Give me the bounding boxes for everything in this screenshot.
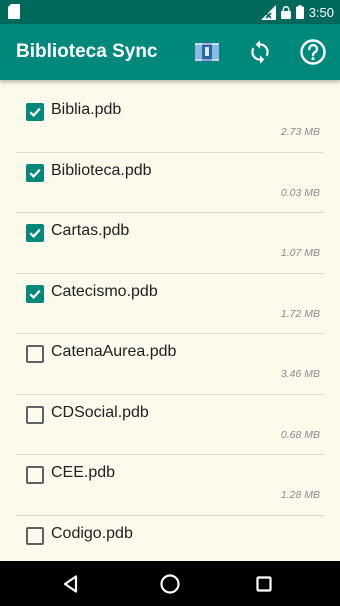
file-size: 2.73 MB	[280, 126, 320, 138]
help-button[interactable]	[297, 36, 329, 68]
file-name: CDSocial.pdb	[51, 403, 149, 421]
file-name: Cartas.pdb	[51, 222, 130, 239]
home-button[interactable]	[157, 571, 183, 597]
file-name: Biblia.pdb	[51, 101, 122, 118]
sd-card-icon	[8, 4, 20, 19]
file-name: Biblioteca.pdb	[51, 161, 152, 179]
app-bar: Biblioteca Sync	[0, 24, 340, 80]
signal-icon	[260, 4, 276, 20]
checkmark-icon	[29, 168, 41, 178]
file-row[interactable]: CatenaAurea.pdb 3.46 MB	[16, 334, 324, 395]
file-checkbox[interactable]	[26, 345, 44, 363]
file-size: 0.68 MB	[280, 428, 320, 441]
home-circle-icon	[160, 574, 180, 594]
checkmark-icon	[29, 228, 41, 238]
navigation-bar	[0, 561, 340, 606]
books-button[interactable]	[191, 36, 223, 68]
recent-apps-button[interactable]	[251, 571, 277, 597]
back-button[interactable]	[58, 571, 84, 597]
file-row[interactable]: CEE.pdb 1.28 MB	[16, 455, 324, 516]
file-name: Catecismo.pdb	[51, 282, 158, 300]
back-triangle-icon	[63, 575, 78, 593]
file-size: 1.07 MB	[280, 247, 320, 259]
file-size: 1.28 MB	[280, 489, 320, 501]
sync-button[interactable]	[244, 36, 276, 68]
file-size: 0.03 MB	[280, 186, 320, 199]
checkmark-icon	[29, 107, 41, 117]
checkmark-icon	[29, 289, 41, 299]
app-title: Biblioteca Sync	[16, 41, 158, 62]
file-checkbox[interactable]	[26, 466, 44, 484]
help-icon	[300, 39, 326, 65]
file-checkbox[interactable]	[26, 405, 44, 424]
file-checkbox[interactable]	[26, 284, 44, 303]
file-size: 1.72 MB	[280, 307, 320, 320]
file-row[interactable]: CDSocial.pdb 0.68 MB	[16, 395, 324, 455]
battery-icon	[295, 5, 304, 19]
books-icon	[195, 42, 219, 62]
file-checkbox[interactable]	[26, 224, 44, 242]
status-icons: 3:50	[260, 3, 334, 21]
file-checkbox[interactable]	[26, 103, 44, 121]
file-checkbox[interactable]	[26, 526, 44, 545]
file-row[interactable]: Biblioteca.pdb 0.03 MB	[16, 153, 324, 213]
file-name: Codigo.pdb	[51, 524, 133, 542]
sync-icon	[251, 40, 269, 64]
file-row[interactable]: Catecismo.pdb 1.72 MB	[16, 274, 324, 334]
file-name: CEE.pdb	[51, 464, 116, 481]
file-list: Biblia.pdb 2.73 MB Biblioteca.pdb 0.03 M…	[16, 92, 324, 576]
lock-icon	[280, 5, 291, 19]
file-checkbox[interactable]	[26, 163, 44, 182]
recent-square-icon	[256, 576, 272, 592]
file-size: 3.46 MB	[280, 368, 320, 380]
status-time: 3:50	[308, 4, 334, 20]
file-name: CatenaAurea.pdb	[51, 343, 177, 360]
status-bar: 3:50	[0, 0, 340, 24]
file-row[interactable]: Biblia.pdb 2.73 MB	[16, 92, 324, 153]
file-row[interactable]: Cartas.pdb 1.07 MB	[16, 213, 324, 274]
